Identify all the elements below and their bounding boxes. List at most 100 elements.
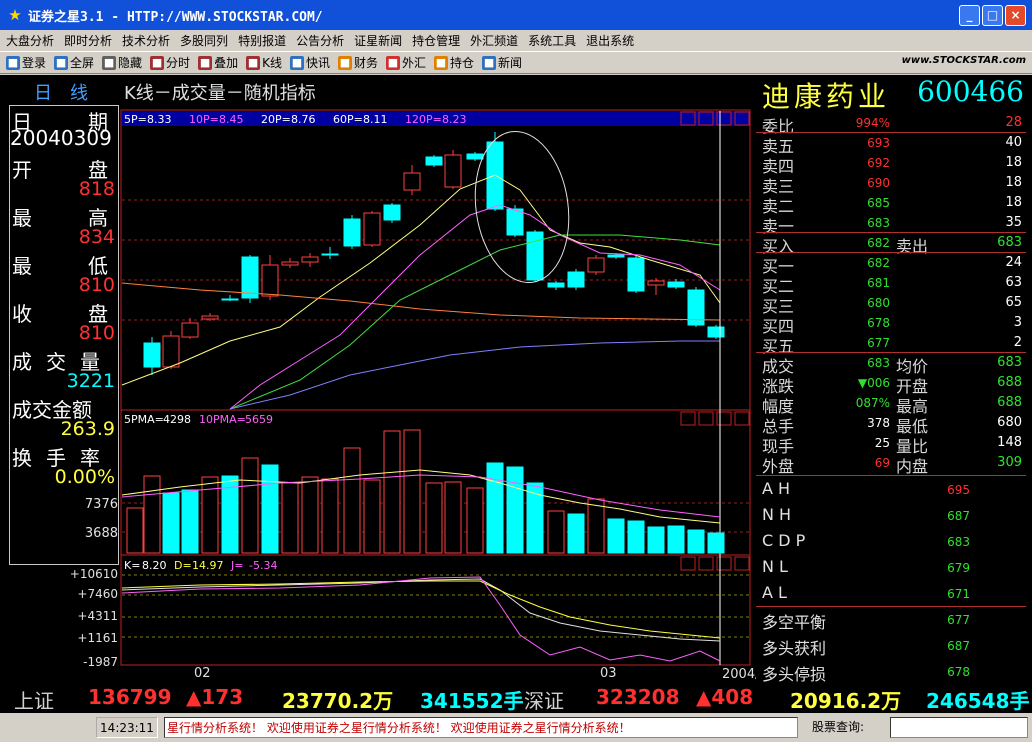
- sz-label: 深证: [524, 689, 564, 713]
- ma-legend-6: 60P=: [333, 113, 363, 126]
- menu-item-7[interactable]: 持仓管理: [412, 32, 460, 49]
- candle-body-5: [221, 298, 239, 301]
- info-panel: 日期 20040309 开盘 818 最高 834 最低 810 收盘 810 成交量 3221 成交金…: [9, 105, 119, 565]
- menu-item-10[interactable]: 退出系统: [586, 32, 634, 49]
- buy-row-3-value: 3: [1013, 315, 1022, 330]
- toolbar-button-7[interactable]: ■ 财务: [337, 54, 378, 71]
- stat-row-1-value: 688: [997, 375, 1022, 390]
- menu-item-5[interactable]: 公告分析: [296, 32, 344, 49]
- stat-row-3-value: 680: [997, 415, 1022, 430]
- kline-panel: [120, 109, 751, 411]
- buy-row-2: 买三 680 65: [760, 293, 1026, 316]
- ma-legend-4: 20P=: [261, 113, 291, 126]
- candle-body-19: [506, 208, 524, 236]
- sz-volume: 246548手: [926, 689, 1030, 713]
- toolbar-button-8[interactable]: ■ 外汇: [385, 54, 426, 71]
- candle-body-29: [707, 326, 725, 338]
- toolbar-button-4[interactable]: ■ 叠加: [198, 54, 238, 71]
- menu-item-6[interactable]: 证星新闻: [354, 32, 402, 49]
- stat-row-1-price: ▼006: [857, 376, 890, 390]
- forex-icon: ■: [385, 55, 400, 70]
- sell-row-3-price: 685: [867, 196, 890, 210]
- toolbar-label: 新闻: [498, 56, 523, 70]
- toolbar-button-5[interactable]: ■ K线: [246, 54, 282, 71]
- ma-legend-8: 120P=: [405, 113, 442, 126]
- stat-row-2-value: 688: [997, 395, 1022, 410]
- stat-row-0: 成交 683 均价 683: [760, 353, 1026, 376]
- indicator-row-1: N H 687: [760, 503, 1026, 529]
- menu-item-4[interactable]: 特别报道: [238, 32, 286, 49]
- market-status-bar: 上证 136799 ▲173 23770.2万 341552手 深证 32320…: [0, 685, 1032, 713]
- minimize-button[interactable]: _: [959, 5, 980, 26]
- buy-row-1-price: 681: [867, 276, 890, 290]
- indicator-value-2: 683: [947, 535, 970, 549]
- stock-code: 600466: [917, 75, 1024, 108]
- market-screen: 日线 K线－成交量－随机指标 5P= 8.33 10P= 8.45 20P= 8.76 60P=…: [0, 75, 1032, 685]
- volume-bar-14: [403, 429, 421, 554]
- toolbar-label: 持仓: [450, 56, 475, 70]
- ma-legend-2: 10P=: [189, 113, 219, 126]
- news-icon: ■: [482, 55, 497, 70]
- period-label: 日线: [34, 83, 106, 104]
- toolbar-button-3[interactable]: ■ 分时: [150, 54, 190, 71]
- kdj-axis-2: +4311: [77, 609, 118, 623]
- sell-row-3-value: 18: [1005, 195, 1022, 210]
- sell-row-4-price: 683: [867, 216, 890, 230]
- volume-bar-11: [343, 447, 361, 554]
- separator: [756, 475, 1026, 476]
- toolbar-button-10[interactable]: ■ 新闻: [482, 54, 522, 71]
- kdj-legend-4: J=: [230, 559, 243, 572]
- volume-bar-16: [444, 481, 462, 554]
- stock-search-input[interactable]: [890, 717, 1028, 738]
- toolbar-button-0[interactable]: ■ 登录: [6, 54, 46, 71]
- signal-row-0: 多空平衡 677: [760, 607, 1026, 633]
- maximize-button[interactable]: □: [982, 5, 1003, 26]
- indicator-label-3: N L: [762, 557, 788, 576]
- sell-row-2-value: 18: [1005, 175, 1022, 190]
- close-button[interactable]: ×: [1005, 5, 1026, 26]
- hide-icon: ■: [102, 55, 117, 70]
- menu-item-9[interactable]: 系统工具: [528, 32, 576, 49]
- toolbar-button-1[interactable]: ■ 全屏: [54, 54, 94, 71]
- ma-legend-7: 8.11: [363, 113, 388, 126]
- toolbar-button-9[interactable]: ■ 持仓: [434, 54, 474, 71]
- menu-item-2[interactable]: 技术分析: [122, 32, 170, 49]
- news-ticker[interactable]: 星行情分析系统！ 欢迎使用证券之星行情分析系统！ 欢迎使用证券之星行情分析系统！: [164, 717, 798, 738]
- commit-ratio-price: 994%: [855, 116, 890, 130]
- volume-bar-17: [466, 487, 484, 554]
- sell-row-1-price: 692: [867, 156, 890, 170]
- kdj-axis-4: -1987: [83, 655, 118, 669]
- menu-item-0[interactable]: 大盘分析: [6, 32, 54, 49]
- volume-bar-12: [363, 479, 381, 554]
- info-value-1: 818: [78, 178, 115, 200]
- buy-row-0-value: 24: [1005, 255, 1022, 270]
- quote-panel: 迪康药业 600466 委比 994% 28 卖五 693 40 卖四 692 18 卖三 690 18 卖…: [756, 75, 1026, 684]
- toolbar-button-6[interactable]: ■ 快讯: [289, 54, 330, 71]
- menu-item-8[interactable]: 外汇频道: [470, 32, 518, 49]
- indicator-label-2: C D P: [762, 531, 806, 550]
- buy-sell-row-value: 683: [997, 235, 1022, 250]
- volume-bar-3: [181, 489, 199, 554]
- star-icon: ★: [8, 6, 22, 24]
- menu-item-3[interactable]: 多股同列: [180, 32, 228, 49]
- indicator-value-3: 679: [947, 561, 970, 575]
- sell-row-2: 卖三 690 18: [760, 173, 1026, 196]
- chart-title: K线－成交量－随机指标: [124, 83, 316, 104]
- volume-legend-2: 10PMA=: [199, 413, 246, 426]
- kline-icon: ■: [246, 55, 261, 70]
- info-value-0: 20040309: [10, 126, 112, 150]
- candle-body-22: [567, 271, 585, 288]
- stat-row-0-value: 683: [997, 355, 1022, 370]
- stat-row-5: 外盘 69 内盘 309: [760, 453, 1026, 476]
- toolbar-label: 外汇: [401, 56, 426, 70]
- buy-row-0: 买一 682 24: [760, 253, 1026, 276]
- menu-item-1[interactable]: 即时分析: [64, 32, 112, 49]
- candle-body-13: [383, 204, 401, 221]
- kdj-legend-1: 8.20: [142, 559, 167, 572]
- sell-row-3: 卖二 685 18: [760, 193, 1026, 216]
- toolbar-label: 快讯: [305, 56, 330, 70]
- indicator-row-3: N L 679: [760, 555, 1026, 581]
- sell-row-1-value: 18: [1005, 155, 1022, 170]
- sell-row-4-value: 35: [1005, 215, 1022, 230]
- toolbar-button-2[interactable]: ■ 隐藏: [102, 54, 142, 71]
